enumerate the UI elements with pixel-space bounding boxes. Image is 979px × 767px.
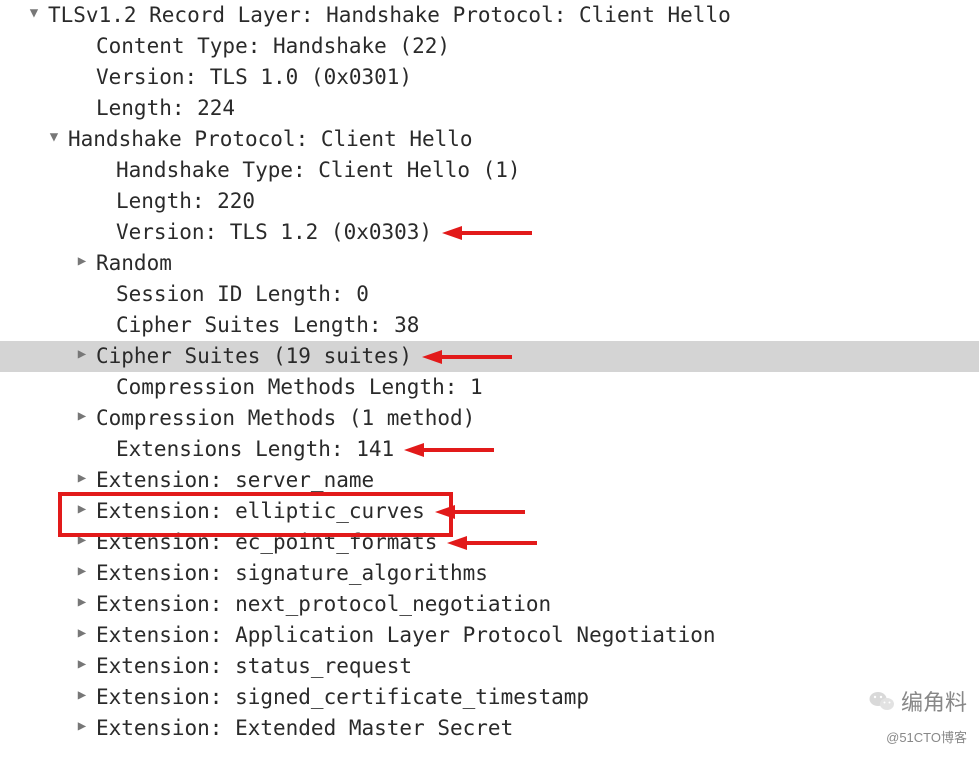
tree-row-label: Length: 220 xyxy=(116,186,255,217)
tree-row-ext-status[interactable]: Extension: status_request xyxy=(0,651,979,682)
tree-row-label: Random xyxy=(96,248,172,279)
tree-row-rec-length[interactable]: Length: 224 xyxy=(0,93,979,124)
tree-row-hs-proto[interactable]: Handshake Protocol: Client Hello xyxy=(0,124,979,155)
tree-row-ext-alpn[interactable]: Extension: Application Layer Protocol Ne… xyxy=(0,620,979,651)
tree-row-hs-length[interactable]: Length: 220 xyxy=(0,186,979,217)
tree-row-label: Compression Methods (1 method) xyxy=(96,403,475,434)
tree-row-label: Extension: Application Layer Protocol Ne… xyxy=(96,620,716,651)
tree-row-label: Content Type: Handshake (22) xyxy=(96,31,450,62)
tree-row-sid-len[interactable]: Session ID Length: 0 xyxy=(0,279,979,310)
tree-row-ext-npn[interactable]: Extension: next_protocol_negotiation xyxy=(0,589,979,620)
tree-row-label: Extension: ec_point_formats xyxy=(96,527,437,558)
packet-details-tree: TLSv1.2 Record Layer: Handshake Protocol… xyxy=(0,0,979,744)
annotation-arrow-icon xyxy=(447,533,537,553)
annotation-arrow-icon xyxy=(422,347,512,367)
tree-row-content-type[interactable]: Content Type: Handshake (22) xyxy=(0,31,979,62)
tree-row-cs-len[interactable]: Cipher Suites Length: 38 xyxy=(0,310,979,341)
tree-row-label: Extension: signature_algorithms xyxy=(96,558,488,589)
expand-toggle-closed-icon[interactable] xyxy=(72,463,92,494)
expand-toggle-closed-icon[interactable] xyxy=(72,711,92,742)
tree-row-label: Extension: server_name xyxy=(96,465,374,496)
expand-toggle-open-icon[interactable] xyxy=(44,122,64,153)
tree-row-label: Extension: next_protocol_negotiation xyxy=(96,589,551,620)
tree-row-hs-type[interactable]: Handshake Type: Client Hello (1) xyxy=(0,155,979,186)
tree-row-label: Extension: signed_certificate_timestamp xyxy=(96,682,589,713)
tree-row-ext-ec[interactable]: Extension: elliptic_curves xyxy=(0,496,979,527)
tree-row-label: TLSv1.2 Record Layer: Handshake Protocol… xyxy=(48,0,731,31)
tree-row-ext-ems[interactable]: Extension: Extended Master Secret xyxy=(0,713,979,744)
tree-row-label: Extension: elliptic_curves xyxy=(96,496,425,527)
tree-row-ext-ecpf[interactable]: Extension: ec_point_formats xyxy=(0,527,979,558)
tree-row-label: Compression Methods Length: 1 xyxy=(116,372,483,403)
tree-row-label: Cipher Suites (19 suites) xyxy=(96,341,412,372)
tree-row-label: Handshake Protocol: Client Hello xyxy=(68,124,473,155)
tree-row-cs[interactable]: Cipher Suites (19 suites) xyxy=(0,341,979,372)
tree-row-ext-sct[interactable]: Extension: signed_certificate_timestamp xyxy=(0,682,979,713)
tree-row-ext-sni[interactable]: Extension: server_name xyxy=(0,465,979,496)
expand-toggle-closed-icon[interactable] xyxy=(72,618,92,649)
expand-toggle-closed-icon[interactable] xyxy=(72,339,92,370)
tree-row-label: Extensions Length: 141 xyxy=(116,434,394,465)
annotation-arrow-icon xyxy=(442,223,532,243)
annotation-arrow-icon xyxy=(435,502,525,522)
expand-toggle-closed-icon[interactable] xyxy=(72,246,92,277)
tree-row-label: Version: TLS 1.0 (0x0301) xyxy=(96,62,412,93)
tree-row-random[interactable]: Random xyxy=(0,248,979,279)
tree-row-cm[interactable]: Compression Methods (1 method) xyxy=(0,403,979,434)
tree-row-ext-sig[interactable]: Extension: signature_algorithms xyxy=(0,558,979,589)
tree-row-rec-version[interactable]: Version: TLS 1.0 (0x0301) xyxy=(0,62,979,93)
expand-toggle-closed-icon[interactable] xyxy=(72,556,92,587)
expand-toggle-closed-icon[interactable] xyxy=(72,401,92,432)
tree-row-label: Length: 224 xyxy=(96,93,235,124)
expand-toggle-open-icon[interactable] xyxy=(24,0,44,29)
tree-row-label: Version: TLS 1.2 (0x0303) xyxy=(116,217,432,248)
expand-toggle-closed-icon[interactable] xyxy=(72,525,92,556)
tree-row-rec-layer[interactable]: TLSv1.2 Record Layer: Handshake Protocol… xyxy=(0,0,979,31)
tree-row-label: Handshake Type: Client Hello (1) xyxy=(116,155,521,186)
tree-row-label: Extension: status_request xyxy=(96,651,412,682)
tree-row-label: Session ID Length: 0 xyxy=(116,279,369,310)
expand-toggle-closed-icon[interactable] xyxy=(72,494,92,525)
annotation-arrow-icon xyxy=(404,440,494,460)
expand-toggle-closed-icon[interactable] xyxy=(72,649,92,680)
tree-row-ext-len[interactable]: Extensions Length: 141 xyxy=(0,434,979,465)
tree-row-label: Cipher Suites Length: 38 xyxy=(116,310,419,341)
tree-row-hs-version[interactable]: Version: TLS 1.2 (0x0303) xyxy=(0,217,979,248)
expand-toggle-closed-icon[interactable] xyxy=(72,587,92,618)
tree-row-cm-len[interactable]: Compression Methods Length: 1 xyxy=(0,372,979,403)
expand-toggle-closed-icon[interactable] xyxy=(72,680,92,711)
tree-row-label: Extension: Extended Master Secret xyxy=(96,713,513,744)
